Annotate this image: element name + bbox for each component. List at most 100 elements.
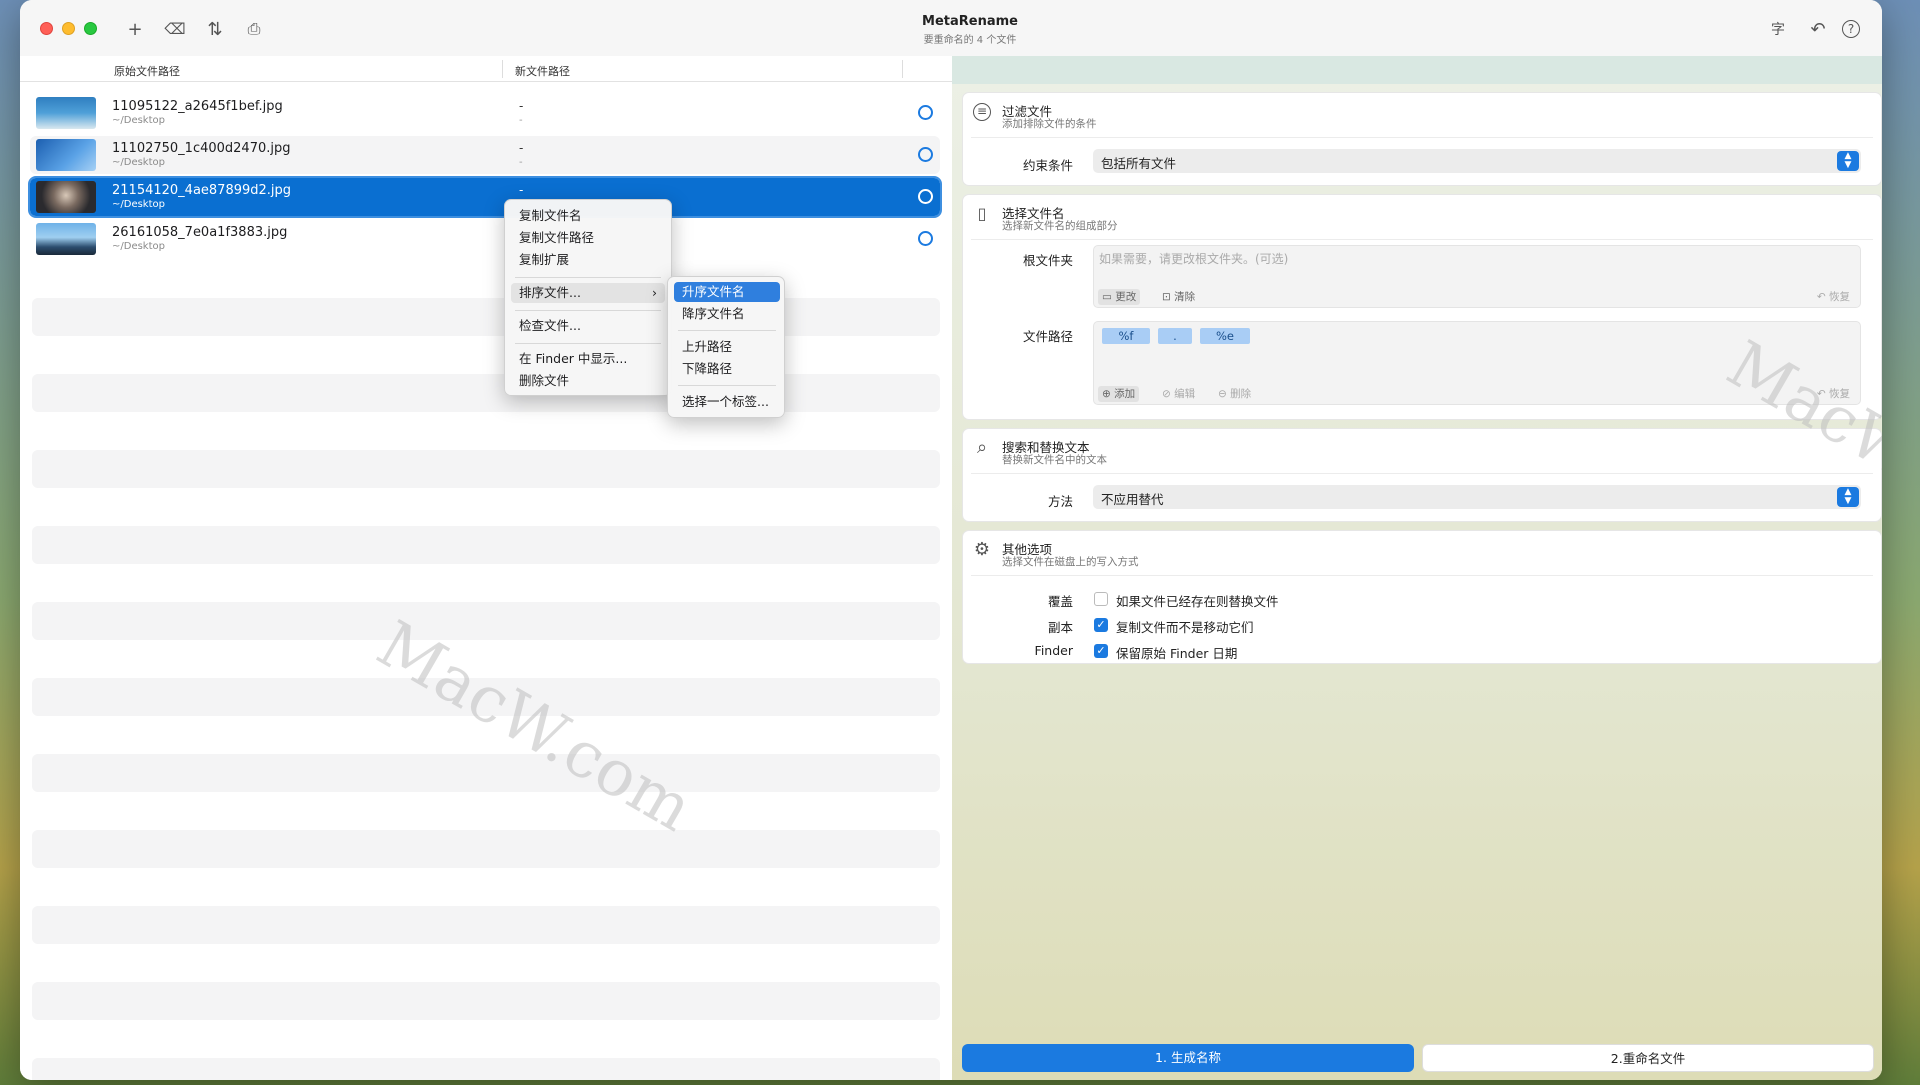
document-icon: ▯ xyxy=(977,204,987,223)
empty-row xyxy=(32,1058,940,1080)
menu-separator xyxy=(515,277,661,278)
menu-item-inspect-file[interactable]: 检查文件... xyxy=(511,316,665,336)
menu-item-sort-name-asc[interactable]: 升序文件名 xyxy=(674,282,780,302)
status-indicator xyxy=(918,231,933,246)
close-button[interactable] xyxy=(40,22,53,35)
clear-button[interactable]: ⊡ 清除 xyxy=(1158,289,1199,305)
table-header: 原始文件路径 新文件路径 xyxy=(20,56,952,82)
copy-label: 副本 xyxy=(1047,620,1073,635)
column-new-path[interactable]: 新文件路径 xyxy=(515,63,570,79)
window-subtitle: 要重命名的 4 个文件 xyxy=(923,35,1017,46)
edit-token-button[interactable]: ⊘ 编辑 xyxy=(1158,386,1199,402)
restore-path-button[interactable]: ↶ 恢复 xyxy=(1813,386,1854,402)
status-indicator xyxy=(918,189,933,204)
menu-separator xyxy=(515,343,661,344)
menu-item-sort-path-asc[interactable]: 上升路径 xyxy=(674,337,780,357)
minimize-button[interactable] xyxy=(62,22,75,35)
help-icon[interactable]: ? xyxy=(1842,20,1860,38)
change-button[interactable]: ▭ 更改 xyxy=(1098,289,1141,305)
empty-row xyxy=(32,678,940,716)
filename-card: ▯ 选择文件名 选择新文件名的组成部分 根文件夹 如果需要，请更改根文件夹。(可… xyxy=(962,194,1882,420)
column-original-path[interactable]: 原始文件路径 xyxy=(114,63,180,79)
token-dot[interactable]: . xyxy=(1158,328,1192,344)
menu-separator xyxy=(678,385,776,386)
empty-row xyxy=(32,830,940,868)
overwrite-checkbox[interactable] xyxy=(1094,592,1108,606)
new-file-name: - xyxy=(519,183,524,197)
new-file-path: - xyxy=(519,115,523,126)
empty-row xyxy=(32,526,940,564)
add-token-label: 添加 xyxy=(1114,388,1136,400)
menu-item-sort-name-desc[interactable]: 降序文件名 xyxy=(674,304,780,324)
root-folder-placeholder: 如果需要，请更改根文件夹。(可选) xyxy=(1099,252,1289,266)
inspect-icon[interactable]: ⎙ xyxy=(241,16,267,42)
table-row[interactable]: 11095122_a2645f1bef.jpg ~/Desktop - - xyxy=(30,94,940,132)
menu-item-copy-filepath[interactable]: 复制文件路径 xyxy=(511,228,665,248)
root-folder-field[interactable]: 如果需要，请更改根文件夹。(可选) ▭ 更改 ⊡ 清除 ↶ 恢复 xyxy=(1093,245,1861,308)
table-row[interactable]: 11102750_1c400d2470.jpg ~/Desktop - - xyxy=(30,136,940,174)
restore-path-label: 恢复 xyxy=(1829,388,1850,400)
gear-icon: ⚙ xyxy=(973,539,991,560)
rename-files-button[interactable]: 2.重命名文件 xyxy=(1422,1044,1874,1072)
method-label: 方法 xyxy=(1047,494,1073,509)
menu-item-copy-extension[interactable]: 复制扩展 xyxy=(511,250,665,270)
remove-file-icon[interactable]: ⌫ xyxy=(162,16,188,42)
sort-submenu: 升序文件名 降序文件名 上升路径 下降路径 选择一个标签... xyxy=(667,276,785,418)
table-row[interactable]: 26161058_7e0a1f3883.jpg ~/Desktop xyxy=(30,220,940,258)
search-icon: ⌕ xyxy=(976,437,988,458)
delete-token-button[interactable]: ⊖ 删除 xyxy=(1214,386,1255,402)
empty-row xyxy=(32,982,940,1020)
column-divider[interactable] xyxy=(502,60,503,78)
restore-button[interactable]: ↶ 恢复 xyxy=(1813,289,1854,305)
menu-separator xyxy=(515,310,661,311)
menu-item-sort-path-desc[interactable]: 下降路径 xyxy=(674,359,780,379)
chevron-right-icon: › xyxy=(652,285,657,300)
menu-item-show-in-finder[interactable]: 在 Finder 中显示... xyxy=(511,349,665,369)
file-path: ~/Desktop xyxy=(112,241,165,252)
column-divider[interactable] xyxy=(902,60,903,78)
generate-names-button[interactable]: 1. 生成名称 xyxy=(962,1044,1414,1072)
filename-subtitle: 选择新文件名的组成部分 xyxy=(1002,220,1118,232)
constraint-label: 约束条件 xyxy=(1022,158,1073,173)
add-token-button[interactable]: ⊕ 添加 xyxy=(1098,386,1140,402)
sort-icon[interactable]: ⇅ xyxy=(202,16,228,42)
change-label: 更改 xyxy=(1115,291,1137,303)
file-path-label: 文件路径 xyxy=(1022,329,1073,344)
menu-item-sort-label: 排序文件... xyxy=(519,285,581,300)
empty-row xyxy=(32,602,940,640)
undo-icon[interactable]: ↶ xyxy=(1805,16,1831,42)
constraint-select[interactable]: 包括所有文件 ▲ ▼ xyxy=(1093,149,1861,173)
add-files-icon[interactable]: + xyxy=(122,16,148,42)
menu-item-choose-tag[interactable]: 选择一个标签... xyxy=(674,392,780,412)
divider xyxy=(971,575,1873,576)
window-title-block: MetaRename 要重命名的 4 个文件 xyxy=(900,14,1040,46)
copy-checkbox[interactable]: ✓ xyxy=(1094,618,1108,632)
token-filename[interactable]: %f xyxy=(1102,328,1150,344)
method-select[interactable]: 不应用替代 ▲ ▼ xyxy=(1093,485,1861,509)
constraint-value: 包括所有文件 xyxy=(1101,156,1177,171)
file-thumbnail xyxy=(36,223,96,255)
zoom-button[interactable] xyxy=(84,22,97,35)
finder-date-checkbox[interactable]: ✓ xyxy=(1094,644,1108,658)
filter-card: ≡ 过滤文件 添加排除文件的条件 约束条件 包括所有文件 ▲ ▼ xyxy=(962,92,1882,186)
token-extension[interactable]: %e xyxy=(1200,328,1250,344)
app-window: + ⌫ ⇅ ⎙ MetaRename 要重命名的 4 个文件 字 ↶ ? 原始文… xyxy=(20,0,1882,1080)
table-row-selected[interactable]: 21154120_4ae87899d2.jpg ~/Desktop - xyxy=(28,176,942,218)
method-value: 不应用替代 xyxy=(1101,492,1164,507)
empty-row xyxy=(32,906,940,944)
menu-item-sort-files[interactable]: 排序文件... › xyxy=(511,283,665,303)
file-thumbnail xyxy=(36,97,96,129)
file-name: 21154120_4ae87899d2.jpg xyxy=(112,183,292,198)
file-path: ~/Desktop xyxy=(112,115,165,126)
divider xyxy=(971,239,1873,240)
new-file-name: - xyxy=(519,99,524,113)
file-name: 11095122_a2645f1bef.jpg xyxy=(112,99,283,114)
window-title: MetaRename xyxy=(922,14,1018,29)
settings-panel: ≡ 过滤文件 添加排除文件的条件 约束条件 包括所有文件 ▲ ▼ ▯ 选择文件名 … xyxy=(952,56,1882,1080)
menu-item-copy-filename[interactable]: 复制文件名 xyxy=(511,206,665,226)
select-arrows-icon: ▲ ▼ xyxy=(1837,487,1859,507)
text-format-icon[interactable]: 字 xyxy=(1765,16,1791,42)
context-menu: 复制文件名 复制文件路径 复制扩展 排序文件... › 检查文件... 在 Fi… xyxy=(504,199,672,396)
file-path-field[interactable]: %f . %e ⊕ 添加 ⊘ 编辑 ⊖ 删除 ↶ 恢复 xyxy=(1093,321,1861,405)
menu-item-delete-file[interactable]: 删除文件 xyxy=(511,371,665,391)
